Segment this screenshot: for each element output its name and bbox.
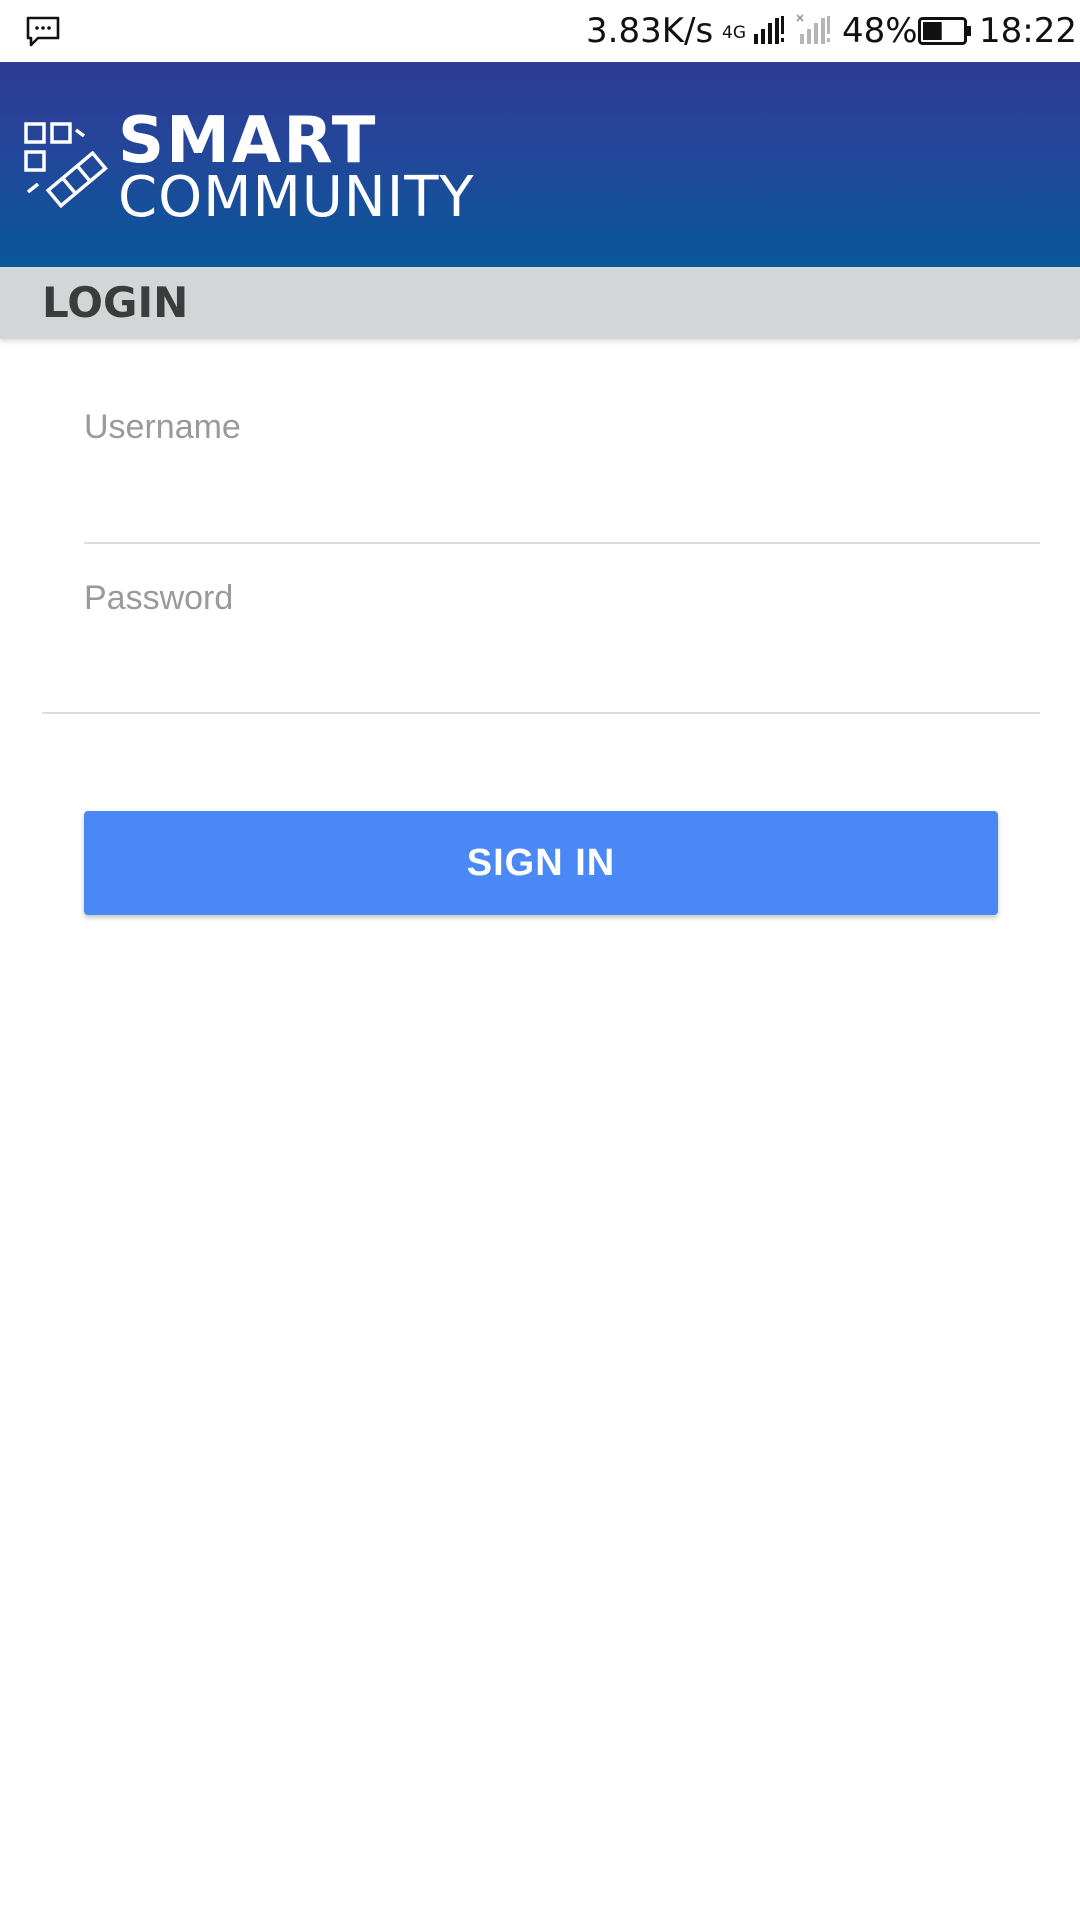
signal-no-service-icon [796,14,830,44]
password-underline [42,712,1040,714]
clock: 18:22 [979,11,1077,51]
password-input[interactable] [84,640,1038,700]
username-input[interactable] [84,470,1038,530]
battery-percent: 48% [842,11,918,51]
network-type-label: 4G [722,23,746,43]
title-bar: LOGIN [0,267,1080,339]
message-icon [26,16,60,47]
signal-4g-icon: 4G [722,16,784,44]
username-label: Username [84,408,241,446]
password-label: Password [84,579,234,617]
network-speed: 3.83K/s [586,11,714,51]
page-title: LOGIN [42,278,189,327]
smart-community-logo-icon [24,122,108,208]
sign-in-button[interactable]: SIGN IN [84,811,998,915]
brand-line2: COMMUNITY [118,165,475,230]
battery-icon [918,17,971,45]
brand-wordmark: SMART COMMUNITY [118,104,475,230]
app-header: SMART COMMUNITY [0,62,1080,267]
status-bar: 3.83K/s 4G 48% 18:22 [0,0,1080,62]
username-underline [84,542,1040,544]
brand-line1: SMART [118,104,378,178]
